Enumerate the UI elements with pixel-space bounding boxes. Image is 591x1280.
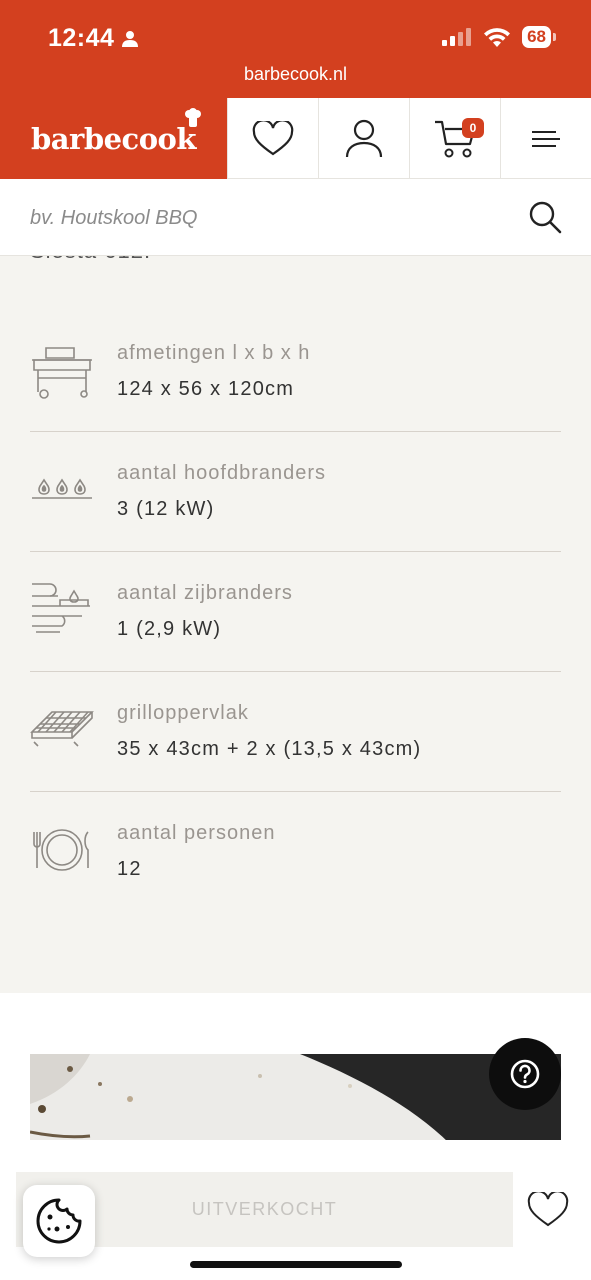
search-icon — [529, 201, 562, 234]
hamburger-menu-icon — [532, 130, 560, 147]
account-button[interactable] — [318, 98, 409, 179]
status-icons: 68 — [442, 26, 556, 48]
spec-label: aantal zijbranders — [117, 582, 293, 604]
search-bar — [0, 179, 591, 256]
search-button[interactable] — [527, 199, 563, 235]
spec-value: 124 x 56 x 120cm — [117, 378, 295, 400]
site-header: barbecook 0 — [0, 98, 591, 179]
help-button[interactable] — [489, 1038, 561, 1110]
cookie-icon — [36, 1198, 82, 1244]
product-description-text: Siesta 612. — [30, 256, 151, 264]
side-burner-icon — [32, 583, 90, 633]
signal-icon — [442, 28, 472, 46]
user-icon — [345, 119, 383, 157]
spec-value: 1 (2,9 kW) — [117, 618, 222, 640]
cart-button[interactable]: 0 — [409, 98, 500, 179]
person-icon — [122, 30, 139, 47]
browser-top-bar: 12:44 68 barbecook.nl — [0, 0, 591, 98]
spec-value: 35 x 43cm + 2 x (13,5 x 43cm) — [117, 738, 422, 760]
product-photo — [30, 1054, 561, 1144]
logo-wordmark: barbecook — [30, 121, 197, 156]
bottom-action-bar: UITVERKOCHT — [0, 1140, 591, 1280]
spec-value: 3 (12 kW) — [117, 498, 215, 520]
spec-label: grilloppervlak — [117, 702, 249, 724]
main-burners-icon — [32, 478, 92, 499]
product-specifications: Siesta 612. afmetingen l x b x h 124 x 5… — [0, 256, 591, 993]
spec-label: afmetingen l x b x h — [117, 342, 311, 364]
logo[interactable]: barbecook — [0, 98, 227, 179]
spec-label: aantal personen — [117, 822, 276, 844]
spec-row-side-burners: aantal zijbranders 1 (2,9 kW) — [30, 552, 561, 672]
battery-indicator: 68 — [522, 26, 556, 48]
search-input[interactable] — [30, 199, 500, 237]
heart-icon — [252, 120, 294, 155]
menu-button[interactable] — [500, 98, 591, 179]
cookie-settings-button[interactable] — [23, 1185, 95, 1257]
chef-hat-icon — [185, 107, 201, 127]
grill-grate-icon — [30, 711, 94, 747]
plate-cutlery-icon — [33, 829, 89, 871]
status-time: 12:44 — [48, 24, 139, 53]
logo-text: barbecook — [30, 107, 201, 156]
spec-row-grill-surface: grilloppervlak 35 x 43cm + 2 x (13,5 x 4… — [30, 672, 561, 792]
status-time-text: 12:44 — [48, 24, 115, 52]
wifi-icon — [484, 27, 511, 47]
question-icon — [510, 1059, 540, 1089]
wishlist-button[interactable] — [227, 98, 318, 179]
cart-count-badge: 0 — [462, 118, 484, 138]
heart-icon — [527, 1192, 569, 1227]
spec-label: aantal hoofdbranders — [117, 462, 327, 484]
bbq-dimensions-icon — [32, 347, 92, 399]
address-bar-url[interactable]: barbecook.nl — [0, 64, 591, 85]
spec-row-dimensions: afmetingen l x b x h 124 x 56 x 120cm — [30, 312, 561, 432]
home-indicator — [190, 1261, 402, 1268]
photo-image — [30, 1054, 561, 1144]
spec-row-main-burners: aantal hoofdbranders 3 (12 kW) — [30, 432, 561, 552]
spec-row-persons: aantal personen 12 — [30, 792, 561, 912]
add-to-wishlist-button[interactable] — [525, 1190, 571, 1230]
spec-value: 12 — [117, 858, 142, 880]
